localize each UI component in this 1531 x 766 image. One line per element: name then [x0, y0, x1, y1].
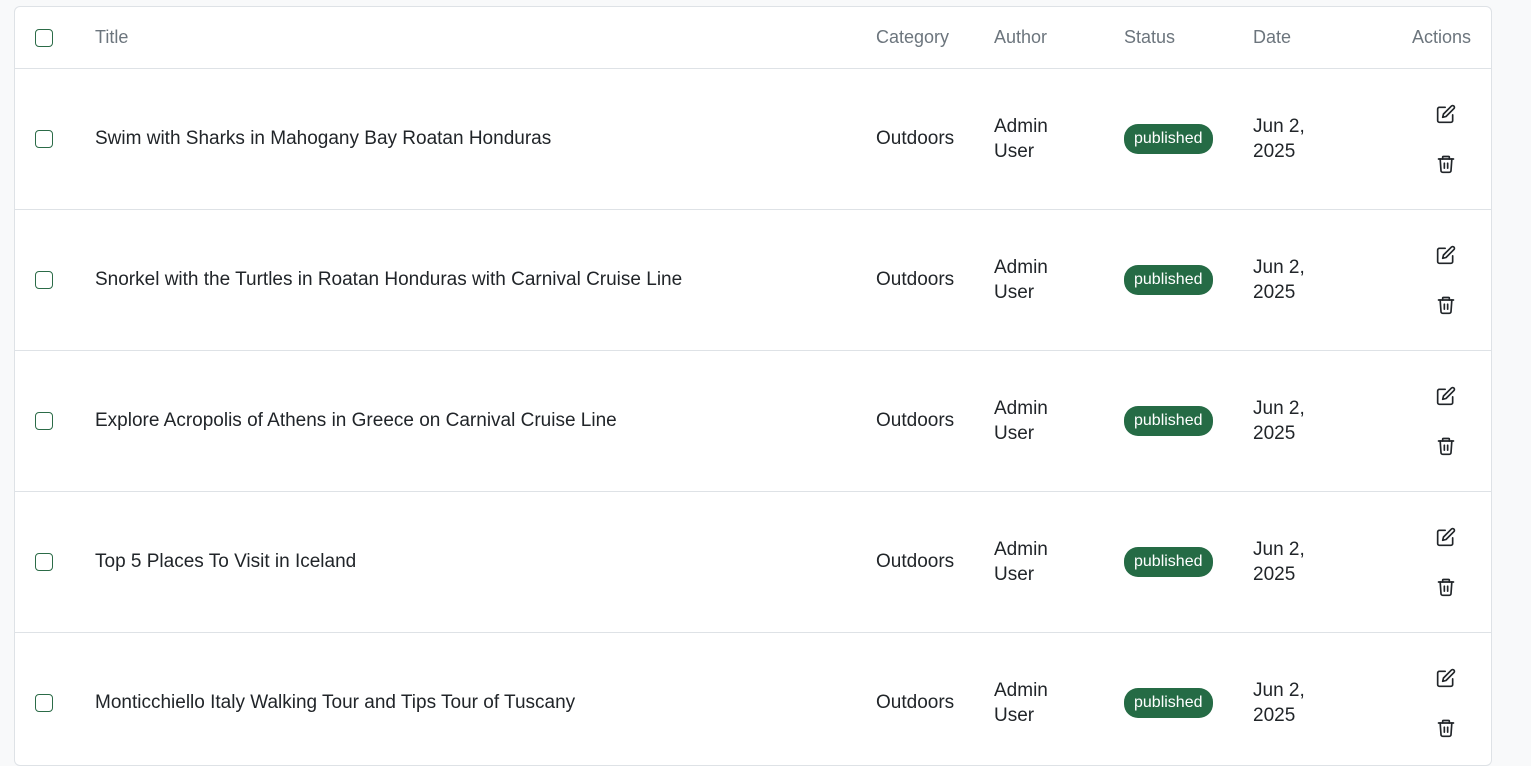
post-status-cell: published — [1124, 547, 1253, 577]
row-checkbox[interactable] — [35, 130, 53, 148]
edit-button[interactable] — [1435, 526, 1457, 548]
trash-icon — [1437, 437, 1455, 456]
row-checkbox[interactable] — [35, 412, 53, 430]
table-row: Snorkel with the Turtles in Roatan Hondu… — [15, 210, 1491, 351]
posts-table: Title Category Author Status Date Action… — [14, 6, 1492, 766]
post-author-cell: Admin User — [994, 396, 1124, 446]
post-status-cell: published — [1124, 124, 1253, 154]
post-status-cell: published — [1124, 406, 1253, 436]
edit-button[interactable] — [1435, 667, 1457, 689]
post-date-cell: Jun 2, 2025 — [1253, 396, 1383, 446]
post-author: Admin User — [994, 680, 1048, 726]
post-title[interactable]: Swim with Sharks in Mahogany Bay Roatan … — [95, 128, 876, 150]
post-category: Outdoors — [876, 269, 955, 290]
row-checkbox-cell — [15, 130, 95, 148]
post-date-cell: Jun 2, 2025 — [1253, 537, 1383, 587]
post-author-cell: Admin User — [994, 678, 1124, 728]
post-date: Jun 2, 2025 — [1253, 116, 1305, 162]
edit-icon — [1436, 104, 1456, 124]
status-badge: published — [1124, 406, 1213, 436]
post-title[interactable]: Snorkel with the Turtles in Roatan Hondu… — [95, 269, 876, 291]
delete-button[interactable] — [1435, 717, 1457, 739]
post-date: Jun 2, 2025 — [1253, 257, 1305, 303]
header-status[interactable]: Status — [1124, 27, 1253, 48]
row-checkbox-cell — [15, 271, 95, 289]
table-row: Swim with Sharks in Mahogany Bay Roatan … — [15, 69, 1491, 210]
trash-icon — [1437, 719, 1455, 738]
edit-icon — [1436, 527, 1456, 547]
post-date: Jun 2, 2025 — [1253, 680, 1305, 726]
post-title[interactable]: Top 5 Places To Visit in Iceland — [95, 551, 876, 573]
status-badge: published — [1124, 124, 1213, 154]
delete-button[interactable] — [1435, 294, 1457, 316]
row-actions — [1383, 244, 1491, 316]
post-author: Admin User — [994, 398, 1048, 444]
post-status-cell: published — [1124, 265, 1253, 295]
header-date[interactable]: Date — [1253, 25, 1383, 50]
post-date: Jun 2, 2025 — [1253, 398, 1305, 444]
edit-icon — [1436, 668, 1456, 688]
row-checkbox[interactable] — [35, 271, 53, 289]
post-status-cell: published — [1124, 688, 1253, 718]
header-title[interactable]: Title — [95, 27, 876, 48]
row-actions — [1383, 667, 1491, 739]
post-author-cell: Admin User — [994, 114, 1124, 164]
row-checkbox-cell — [15, 553, 95, 571]
post-author-cell: Admin User — [994, 255, 1124, 305]
post-title[interactable]: Explore Acropolis of Athens in Greece on… — [95, 410, 876, 432]
row-actions — [1383, 385, 1491, 457]
status-badge: published — [1124, 547, 1213, 577]
delete-button[interactable] — [1435, 153, 1457, 175]
row-checkbox-cell — [15, 412, 95, 430]
select-all-checkbox[interactable] — [35, 28, 53, 47]
header-actions: Actions — [1411, 27, 1471, 47]
row-checkbox-cell — [15, 694, 95, 712]
row-checkbox[interactable] — [35, 553, 53, 571]
trash-icon — [1437, 155, 1455, 174]
header-category[interactable]: Category — [876, 27, 994, 48]
table-row: Top 5 Places To Visit in Iceland Outdoor… — [15, 492, 1491, 633]
delete-button[interactable] — [1435, 435, 1457, 457]
table-header-row: Title Category Author Status Date Action… — [15, 7, 1491, 69]
post-category: Outdoors — [876, 551, 955, 572]
trash-icon — [1437, 578, 1455, 597]
edit-icon — [1436, 386, 1456, 406]
row-checkbox[interactable] — [35, 694, 53, 712]
status-badge: published — [1124, 265, 1213, 295]
edit-button[interactable] — [1435, 385, 1457, 407]
post-title[interactable]: Monticchiello Italy Walking Tour and Tip… — [95, 692, 876, 714]
row-actions — [1383, 103, 1491, 175]
post-date-cell: Jun 2, 2025 — [1253, 678, 1383, 728]
delete-button[interactable] — [1435, 576, 1457, 598]
header-author[interactable]: Author — [994, 25, 1124, 50]
header-checkbox-cell — [15, 28, 95, 47]
post-category: Outdoors — [876, 128, 955, 149]
edit-button[interactable] — [1435, 244, 1457, 266]
edit-button[interactable] — [1435, 103, 1457, 125]
table-row: Explore Acropolis of Athens in Greece on… — [15, 351, 1491, 492]
post-author: Admin User — [994, 257, 1048, 303]
row-actions — [1383, 526, 1491, 598]
post-category: Outdoors — [876, 692, 955, 713]
post-author-cell: Admin User — [994, 537, 1124, 587]
post-author: Admin User — [994, 116, 1048, 162]
table-body: Swim with Sharks in Mahogany Bay Roatan … — [15, 69, 1491, 765]
post-author: Admin User — [994, 539, 1048, 585]
table-row: Monticchiello Italy Walking Tour and Tip… — [15, 633, 1491, 765]
post-date: Jun 2, 2025 — [1253, 539, 1305, 585]
post-date-cell: Jun 2, 2025 — [1253, 255, 1383, 305]
status-badge: published — [1124, 688, 1213, 718]
trash-icon — [1437, 296, 1455, 315]
post-date-cell: Jun 2, 2025 — [1253, 114, 1383, 164]
edit-icon — [1436, 245, 1456, 265]
post-category: Outdoors — [876, 410, 955, 431]
